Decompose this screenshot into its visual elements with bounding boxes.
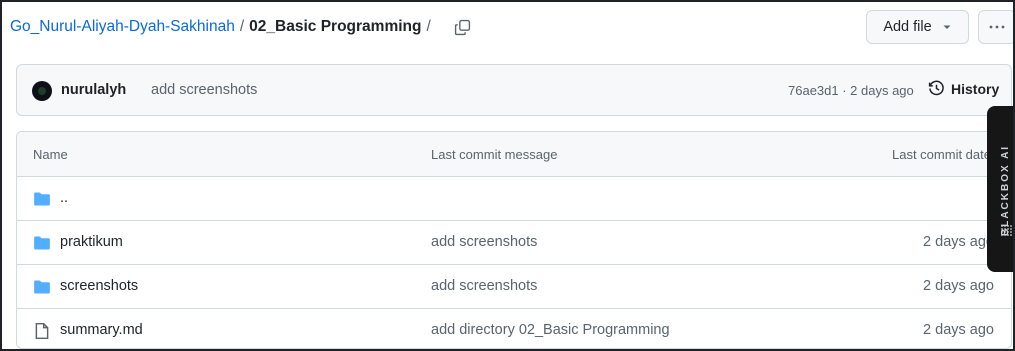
table-row[interactable]: .. [17, 177, 1011, 221]
commit-date: 2 days ago [923, 322, 994, 338]
folder-icon [34, 192, 50, 206]
add-file-label: Add file [883, 19, 932, 35]
commit-message[interactable]: add directory 02_Basic Programming [431, 322, 670, 338]
folder-icon [34, 280, 50, 294]
table-row[interactable]: summary.md add directory 02_Basic Progra… [17, 309, 1011, 348]
breadcrumb-trailing-separator: / [426, 18, 431, 35]
add-file-button[interactable]: Add file [866, 10, 969, 44]
avatar[interactable] [32, 81, 52, 101]
latest-commit-bar: nurulalyh add screenshots 76ae3d1 · 2 da… [16, 64, 1012, 116]
breadcrumb-repo-link[interactable]: Go_Nurul-Aliyah-Dyah-Sakhinah [10, 18, 235, 36]
header-last-commit-date: Last commit date [892, 147, 991, 162]
history-icon [928, 80, 944, 96]
commit-message[interactable]: add screenshots [431, 234, 537, 250]
file-name[interactable]: screenshots [60, 278, 138, 294]
caret-down-icon [943, 25, 951, 29]
file-table: Name Last commit message Last commit dat… [16, 131, 1012, 349]
more-options-button[interactable] [978, 10, 1013, 44]
blackbox-ai-tab[interactable]: BLACKBOX AI [987, 106, 1013, 272]
header-last-commit-message: Last commit message [431, 147, 558, 162]
copy-icon [455, 19, 471, 35]
history-label: History [951, 80, 1000, 97]
breadcrumb: Go_Nurul-Aliyah-Dyah-Sakhinah / 02_Basic… [10, 11, 474, 43]
file-icon [35, 322, 49, 340]
kebab-horizontal-icon [989, 25, 1005, 29]
commit-message-link[interactable]: add screenshots [151, 82, 257, 98]
commit-hash-time[interactable]: 76ae3d1 · 2 days ago [788, 83, 914, 98]
folder-icon [34, 236, 50, 250]
breadcrumb-current-folder: 02_Basic Programming [249, 18, 422, 35]
table-row[interactable]: screenshots add screenshots 2 days ago [17, 265, 1011, 309]
file-name-parent[interactable]: .. [60, 190, 68, 206]
blackbox-ai-label: BLACKBOX AI [1000, 144, 1011, 236]
file-name[interactable]: praktikum [60, 234, 123, 250]
commit-date: 2 days ago [923, 278, 994, 294]
table-header: Name Last commit message Last commit dat… [17, 132, 1011, 177]
header-name: Name [33, 147, 68, 162]
breadcrumb-separator: / [239, 18, 245, 35]
copy-path-button[interactable] [452, 16, 474, 38]
repo-file-browser: Go_Nurul-Aliyah-Dyah-Sakhinah / 02_Basic… [0, 0, 1015, 351]
blackbox-logo-icon [1001, 225, 1012, 236]
file-name[interactable]: summary.md [60, 322, 143, 338]
commit-author-link[interactable]: nurulalyh [61, 82, 126, 98]
history-button[interactable]: History [928, 80, 999, 97]
table-row[interactable]: praktikum add screenshots 2 days ago [17, 221, 1011, 265]
commit-message[interactable]: add screenshots [431, 278, 537, 294]
commit-date: 2 days ago [923, 234, 994, 250]
